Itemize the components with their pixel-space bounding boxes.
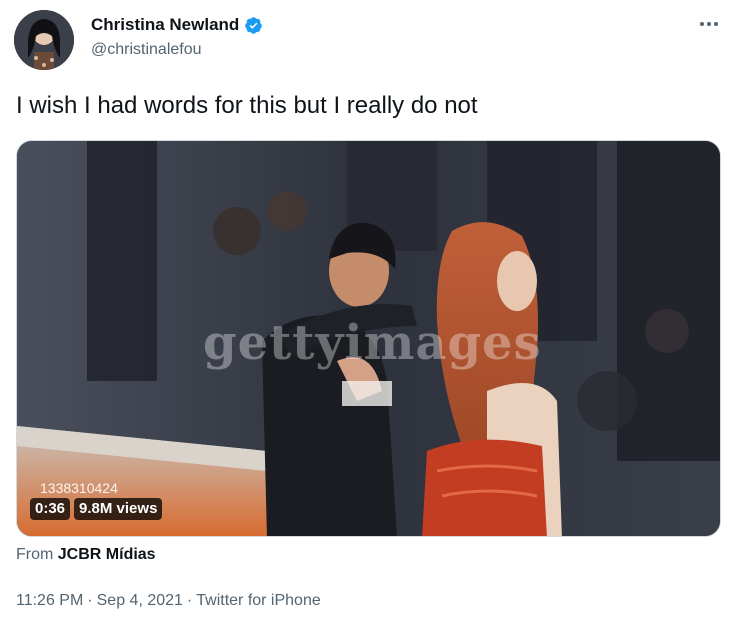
display-name[interactable]: Christina Newland — [91, 14, 263, 36]
getty-watermark: gettyimages — [203, 315, 542, 371]
tweet-time[interactable]: 11:26 PM — [16, 591, 83, 611]
views-badge: 9.8M views — [74, 498, 163, 520]
meta-separator: · — [186, 592, 193, 609]
tweet-date[interactable]: Sep 4, 2021 — [97, 591, 183, 611]
tweet-text: I wish I had words for this but I really… — [16, 92, 478, 119]
meta-separator: · — [87, 592, 93, 609]
source-prefix: From — [16, 546, 54, 563]
media-source: From JCBR Mídias — [16, 545, 156, 565]
source-name-link[interactable]: JCBR Mídias — [58, 546, 156, 563]
verified-badge-icon — [244, 16, 263, 35]
display-name-text: Christina Newland — [91, 15, 240, 34]
author-handle[interactable]: @christinalefou — [91, 40, 202, 60]
video-player[interactable]: gettyimages 1338310424 0:36 9.8M views — [16, 140, 721, 537]
tweet-client[interactable]: Twitter for iPhone — [196, 591, 321, 611]
more-horizontal-icon — [700, 22, 718, 26]
photo-id: 1338310424 — [40, 480, 118, 496]
duration-badge: 0:36 — [30, 498, 71, 520]
avatar-image — [14, 10, 74, 70]
more-options-button[interactable] — [697, 12, 721, 36]
avatar[interactable] — [14, 10, 74, 70]
tweet-meta: 11:26 PM · Sep 4, 2021 · Twitter for iPh… — [16, 591, 321, 611]
video-badges: 0:36 9.8M views — [30, 498, 163, 520]
